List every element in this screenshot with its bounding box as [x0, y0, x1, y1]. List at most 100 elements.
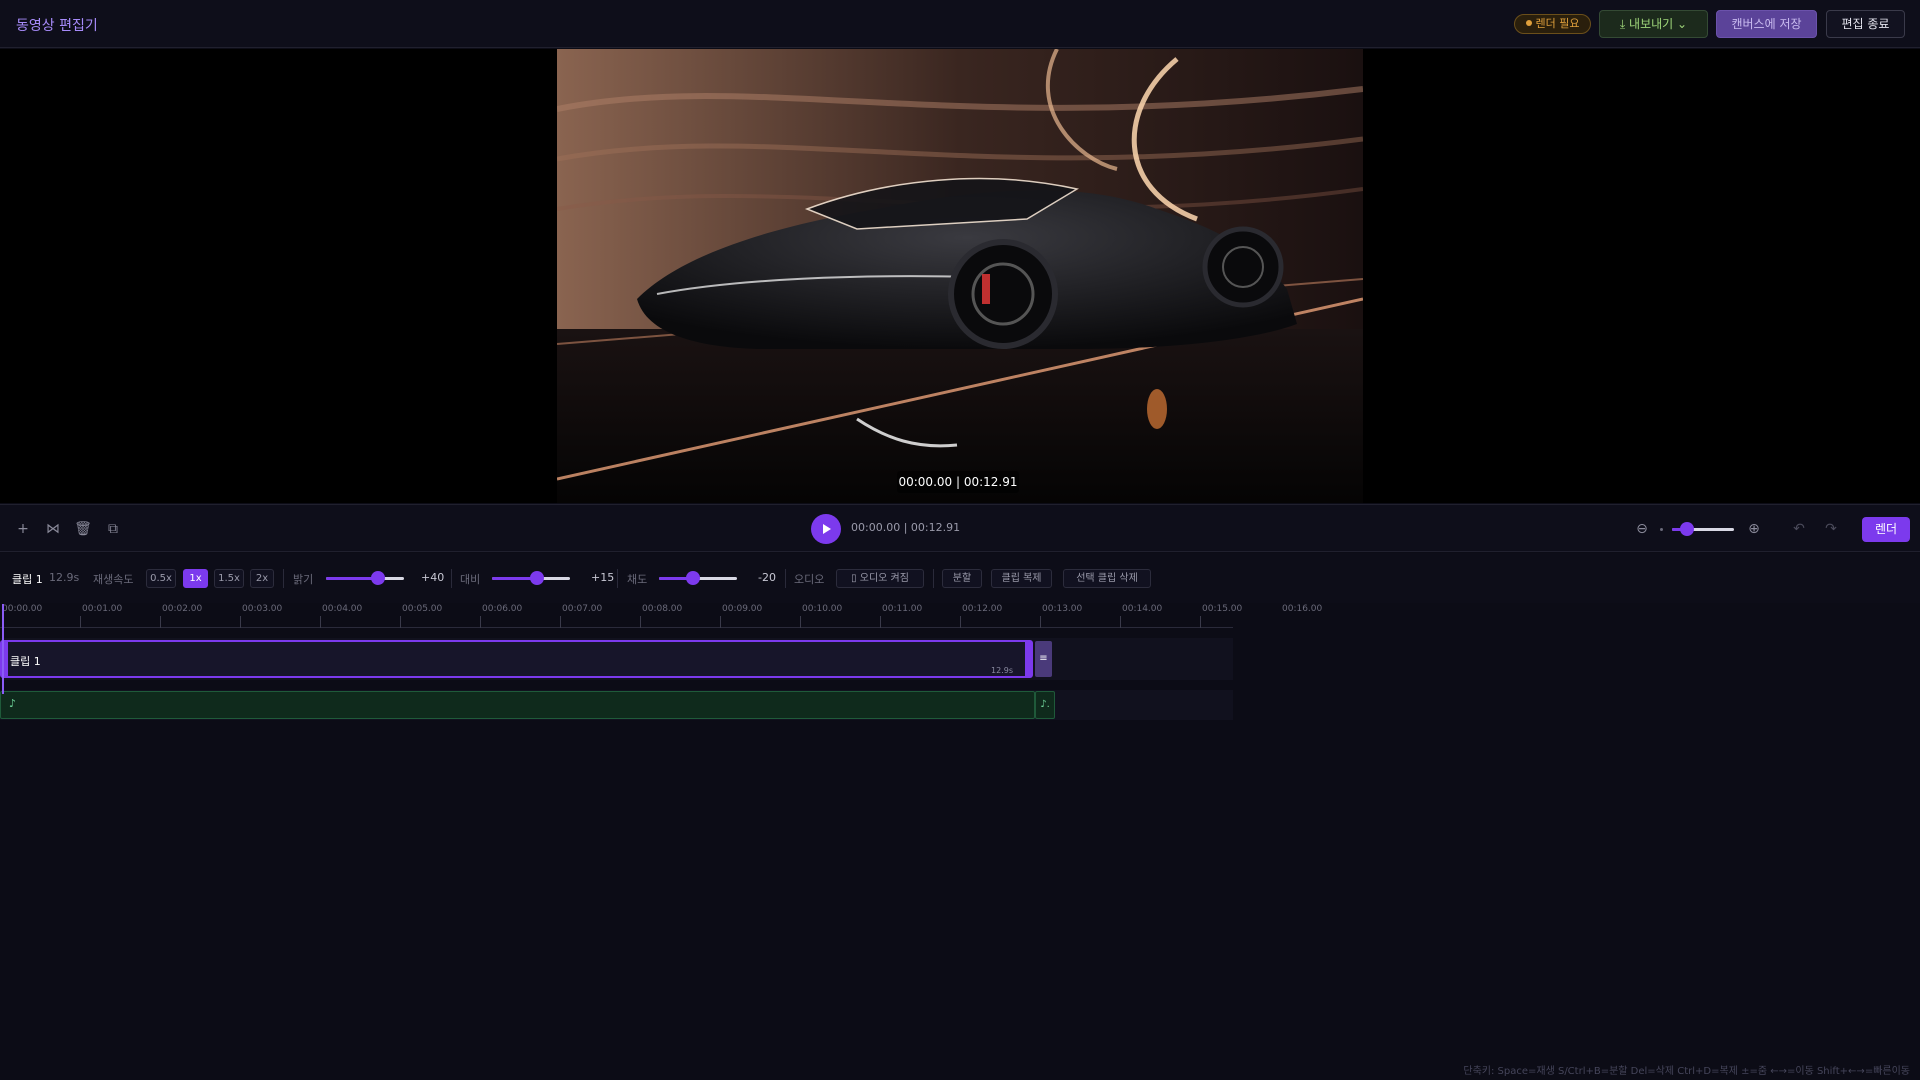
tick-label: 00:02.00 [162, 604, 203, 614]
tick-label: 00:01.00 [82, 604, 123, 614]
tick [960, 616, 961, 628]
render-needed-badge: 렌더 필요 [1514, 14, 1591, 34]
export-button[interactable]: ⤓ 내보내기 ⌄ [1599, 10, 1708, 38]
audio-clip[interactable]: ♪ [0, 691, 1035, 719]
saturation-value: -20 [758, 571, 776, 584]
tick-label: 00:05.00 [402, 604, 443, 614]
export-label: 내보내기 [1629, 17, 1674, 31]
tick [400, 616, 401, 628]
clip-trim-end-handle[interactable] [1025, 642, 1031, 676]
split-icon[interactable]: ⋈ [43, 519, 63, 539]
divider [785, 569, 786, 588]
video-frame[interactable] [557, 49, 1363, 503]
divider [451, 569, 452, 588]
play-button[interactable] [811, 514, 841, 544]
zoom-min-dot [1660, 528, 1663, 531]
preview-time-overlay: 00:00.00 | 00:12.91 [897, 471, 1019, 493]
selected-clip-name: 클립 1 [12, 573, 43, 586]
add-icon[interactable]: + [13, 519, 33, 539]
audio-label: 오디오 [794, 573, 825, 586]
tick [240, 616, 241, 628]
selected-clip-duration: 12.9s [49, 571, 80, 584]
clip-drag-handle[interactable]: ≡ [1035, 641, 1052, 677]
divider [617, 569, 618, 588]
split-button[interactable]: 분할 [942, 569, 982, 588]
trash-icon[interactable]: 🗑 [73, 519, 93, 539]
tick [480, 616, 481, 628]
save-to-canvas-button[interactable]: 캔버스에 저장 [1716, 10, 1817, 38]
app-header: 동영상 편집기 렌더 필요 ⤓ 내보내기 ⌄ 캔버스에 저장 편집 종료 [0, 0, 1920, 48]
tick-label: 00:12.00 [962, 604, 1003, 614]
tick [560, 616, 561, 628]
tick-label: 00:07.00 [562, 604, 603, 614]
exit-editor-button[interactable]: 편집 종료 [1826, 10, 1905, 38]
duplicate-icon[interactable]: ⧉ [103, 519, 123, 539]
tick-label: 00:14.00 [1122, 604, 1163, 614]
music-note-icon: ♪ [9, 697, 17, 710]
undo-icon[interactable]: ↶ [1789, 519, 1809, 539]
divider [283, 569, 284, 588]
video-clip[interactable]: 클립 1 12.9s [0, 640, 1033, 678]
preview-current-time: 00:00.00 [898, 475, 953, 489]
saturation-slider[interactable] [659, 571, 737, 585]
zoom-in-icon[interactable]: ⊕ [1744, 519, 1764, 539]
tick-label: 00:10.00 [802, 604, 843, 614]
tick-label: 00:00.00 [2, 604, 43, 614]
speed-0-5x-button[interactable]: 0.5x [146, 569, 176, 588]
tick [720, 616, 721, 628]
tick-label: 00:16.00 [1282, 604, 1323, 614]
redo-icon[interactable]: ↷ [1821, 519, 1841, 539]
speed-1x-button[interactable]: 1x [183, 569, 208, 588]
tick [320, 616, 321, 628]
render-button[interactable]: 렌더 [1862, 517, 1910, 542]
car-frame-image [557, 49, 1363, 503]
brightness-slider-thumb[interactable] [371, 571, 385, 585]
tick [1200, 616, 1201, 628]
video-preview: 00:00.00 | 00:12.91 [0, 49, 1920, 503]
tick-label: 00:11.00 [882, 604, 923, 614]
shortcuts-hint: 단축키: Space=재생 S/Ctrl+B=분할 Del=삭제 Ctrl+D=… [1463, 1066, 1910, 1077]
clip-properties-bar: 클립 1 12.9s 재생속도 0.5x 1x 1.5x 2x 밝기 +40 대… [0, 553, 1920, 603]
zoom-out-icon[interactable]: ⊖ [1632, 519, 1652, 539]
render-needed-label: 렌더 필요 [1535, 17, 1580, 30]
brightness-value: +40 [421, 571, 445, 584]
saturation-slider-thumb[interactable] [686, 571, 700, 585]
tick-label: 00:04.00 [322, 604, 363, 614]
clip-duration: 12.9s [991, 666, 1013, 675]
tick-label: 00:06.00 [482, 604, 523, 614]
clip-label: 클립 1 [10, 655, 41, 668]
zoom-slider-thumb[interactable] [1680, 522, 1694, 536]
transport-bar: + ⋈ 🗑 ⧉ 00:00.00 | 00:12.91 ⊖ ⊕ ↶ ↷ 렌더 [0, 504, 1920, 552]
timeline[interactable]: 00:00.00 00:01.00 00:02.00 00:03.00 00:0… [0, 604, 1322, 728]
duplicate-clip-button[interactable]: 클립 복제 [991, 569, 1052, 588]
speed-2x-button[interactable]: 2x [250, 569, 274, 588]
transport-time: 00:00.00 | 00:12.91 [851, 521, 961, 534]
tick-label: 00:15.00 [1202, 604, 1243, 614]
playhead[interactable] [2, 604, 4, 694]
audio-toggle-button[interactable]: ▯ 오디오 켜짐 [836, 569, 924, 588]
download-icon: ⤓ [1619, 17, 1626, 31]
divider [933, 569, 934, 588]
contrast-slider[interactable] [492, 571, 570, 585]
chevron-down-icon: ⌄ [1677, 17, 1688, 31]
tick-label: 00:13.00 [1042, 604, 1083, 614]
tick-label: 00:08.00 [642, 604, 683, 614]
speed-label: 재생속도 [93, 573, 134, 586]
speed-1-5x-button[interactable]: 1.5x [214, 569, 244, 588]
audio-clip-end[interactable]: ♪. [1035, 691, 1055, 719]
tick [1120, 616, 1121, 628]
brightness-slider[interactable] [326, 571, 404, 585]
tick-label: 00:09.00 [722, 604, 763, 614]
tick [80, 616, 81, 628]
timeline-ruler[interactable]: 00:00.00 00:01.00 00:02.00 00:03.00 00:0… [0, 604, 1322, 628]
contrast-slider-thumb[interactable] [530, 571, 544, 585]
tick [800, 616, 801, 628]
preview-total-time: 00:12.91 [963, 475, 1018, 489]
delete-selected-clip-button[interactable]: 선택 클립 삭제 [1063, 569, 1151, 588]
tick [1040, 616, 1041, 628]
app-title: 동영상 편집기 [16, 18, 98, 34]
contrast-value: +15 [591, 571, 615, 584]
tick [880, 616, 881, 628]
tick [160, 616, 161, 628]
status-dot-icon [1525, 20, 1532, 26]
